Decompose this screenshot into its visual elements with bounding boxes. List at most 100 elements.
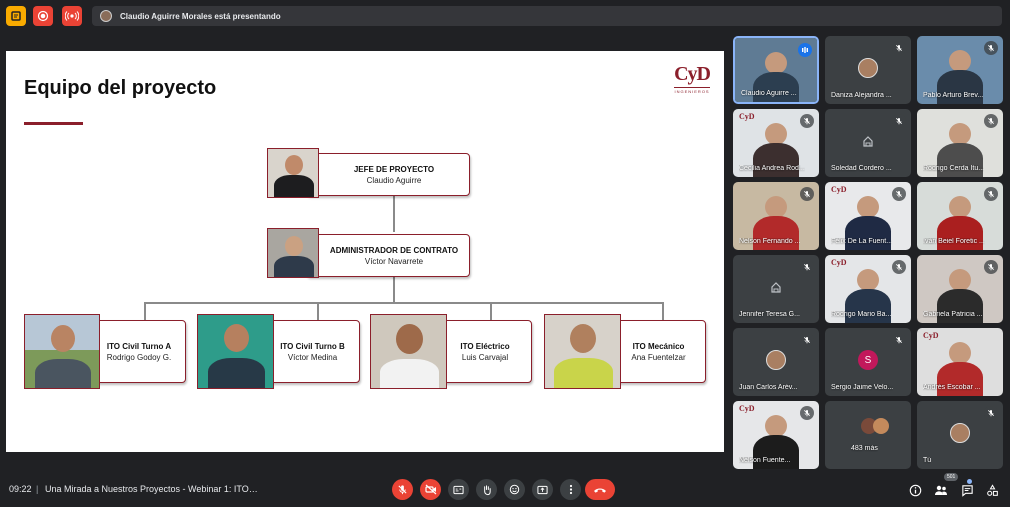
emoji-icon [509,484,520,495]
org-connector [317,302,319,321]
participant-tile[interactable]: Claudio Aguirre ... [733,36,819,104]
participant-count-badge: 501 [944,473,959,481]
live-stream-indicator[interactable] [62,6,82,26]
participant-tile[interactable]: CyD Rodrigo Mario Ba... [825,255,911,323]
participant-tile[interactable]: Gabriela Patricia ... [917,255,1003,323]
mic-toggle-button[interactable] [392,479,413,500]
info-icon [909,484,921,496]
org-card-head: JEFE DE PROYECTO Claudio Aguirre [306,153,470,196]
avatar-initial: S [858,350,878,370]
participant-tile[interactable]: Iván Beiel Foretic ... [917,182,1003,250]
photo-admin [267,228,319,278]
title-underline [24,122,83,125]
participant-tile[interactable]: Juan Carlos Arév... [733,328,819,396]
participant-tile[interactable]: CyD Andrés Escobar ... [917,328,1003,396]
participant-name: Juan Carlos Arév... [739,384,798,391]
participant-name: Daniza Alejandra ... [831,92,892,99]
record-icon [37,10,49,22]
participant-body [753,72,799,102]
mic-off-indicator [800,260,814,274]
mic-off-icon [988,264,994,271]
more-options-button[interactable] [560,479,581,500]
participant-name: Iván Beiel Foretic ... [923,238,985,245]
participant-tile[interactable]: Soledad Cordero ... [825,109,911,177]
camera-toggle-button[interactable] [420,479,441,500]
mic-off-indicator [892,260,906,274]
reactions-button[interactable] [504,479,525,500]
participant-head [857,196,879,218]
background-logo: CyD [831,185,847,194]
slide-title: Equipo del proyecto [24,77,217,99]
participant-head [765,123,787,145]
participant-name: Rodrigo Mario Ba... [831,311,892,318]
captions-icon [453,485,464,494]
participant-tile[interactable]: CyD Cecilia Andrea Rod... [733,109,819,177]
activities-button[interactable] [984,482,1000,498]
raise-hand-button[interactable] [476,479,497,500]
chat-button[interactable] [959,482,975,498]
hang-up-icon [594,487,606,493]
mic-off-indicator [984,260,998,274]
captions-button[interactable] [448,479,469,500]
participant-tile[interactable]: S Sergio Jaime Velo... [825,328,911,396]
org-connector [144,302,663,304]
participant-tile[interactable]: Daniza Alejandra ... [825,36,911,104]
mic-off-indicator [984,41,998,55]
participant-name: Rodrigo Cerda Itu... [923,165,985,172]
clock: 09:22 [9,484,32,494]
participant-tile[interactable]: Nelson Fernando ... [733,182,819,250]
participant-name: Claudio Aguirre ... [741,90,797,97]
hand-icon [484,484,491,495]
mic-off-icon [804,410,810,417]
background-logo: CyD [831,258,847,267]
meeting-info-button[interactable] [907,482,923,498]
participant-tile[interactable]: CyD Nelson Fuente... [733,401,819,469]
photo-member [544,314,621,389]
mic-off-icon [896,118,902,125]
photo-member [197,314,274,389]
hand-icon [11,11,21,21]
mic-off-icon [896,337,902,344]
photo-member [24,314,100,389]
participant-head [949,269,971,291]
recording-indicator[interactable] [33,6,53,26]
camera-off-icon [863,136,873,147]
meeting-title[interactable]: Una Mirada a Nuestros Proyectos - Webina… [45,484,260,494]
participant-tile[interactable]: CyD Félix De La Fuent... [825,182,911,250]
avatar [950,423,970,443]
camera-off-icon [424,484,436,495]
org-connector [662,302,664,321]
mic-off-indicator [892,333,906,347]
participant-name: Soledad Cordero ... [831,165,892,172]
participant-tile[interactable]: Pablo Arturo Brev... [917,36,1003,104]
presenter-avatar [100,10,112,22]
participant-tile[interactable]: Jennifer Teresa G... [733,255,819,323]
people-button[interactable] [933,482,949,498]
participant-head [949,50,971,72]
audio-level-icon [802,47,808,53]
present-icon [537,485,548,494]
separator: | [36,484,39,494]
raised-hand-indicator[interactable] [6,6,26,26]
org-connector [144,302,146,321]
mic-off-indicator [984,406,998,420]
participant-name: Nelson Fuente... [739,457,791,464]
participant-tile[interactable]: 483 más [825,401,911,469]
participant-head [765,415,787,437]
participant-head [765,196,787,218]
participant-name: Sergio Jaime Velo... [831,384,894,391]
org-connector [393,196,395,232]
participant-head [857,269,879,291]
participant-tile[interactable]: Rodrigo Cerda Itu... [917,109,1003,177]
chat-unread-dot [967,479,972,484]
participant-name: Cecilia Andrea Rod... [739,165,805,172]
leave-call-button[interactable] [585,479,615,500]
present-screen-button[interactable] [532,479,553,500]
participant-name: Gabriela Patricia ... [923,311,983,318]
broadcast-icon [65,11,79,21]
participant-name: Pablo Arturo Brev... [923,92,984,99]
participant-tile[interactable]: Tú [917,401,1003,469]
mic-off-icon [804,191,810,198]
avatar [858,58,878,78]
avatar [873,418,889,434]
